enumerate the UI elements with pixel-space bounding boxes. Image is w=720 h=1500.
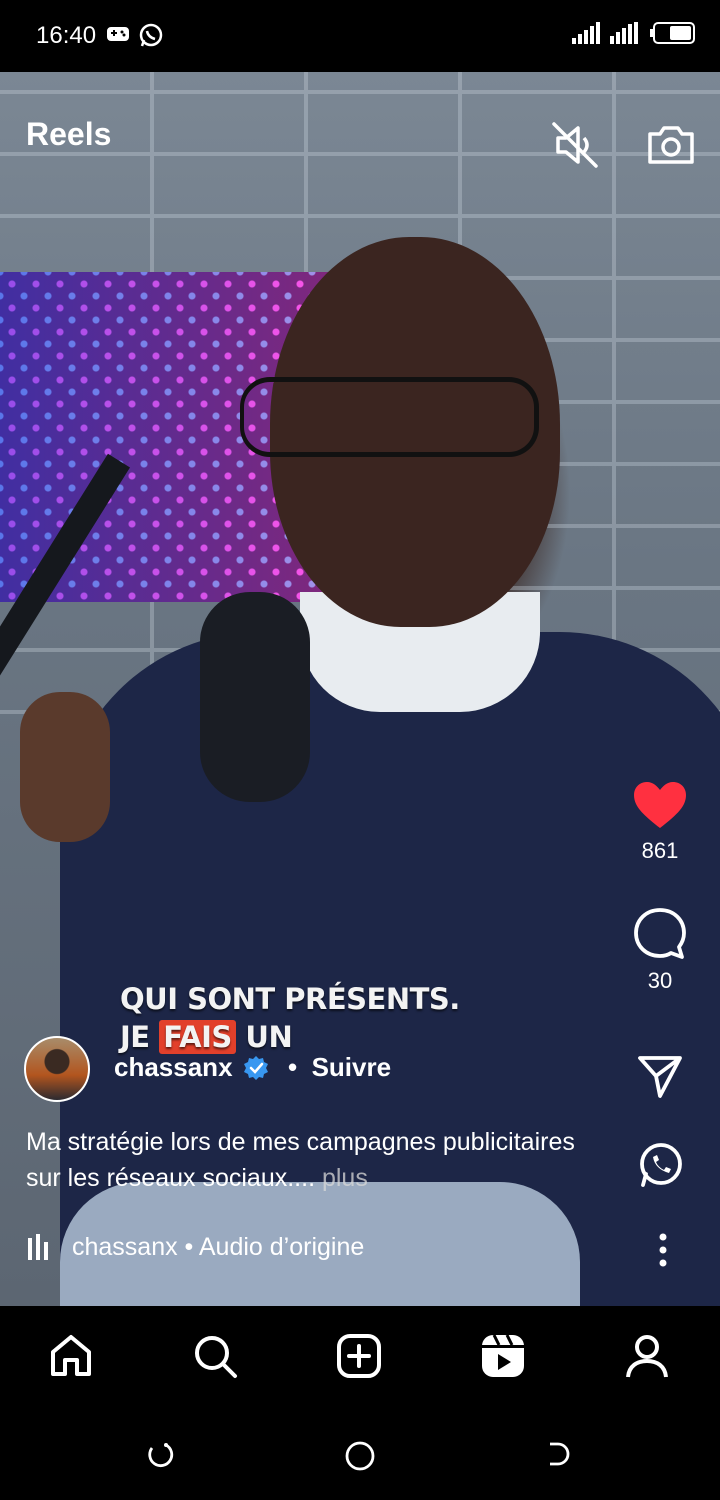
person-glasses <box>240 377 539 457</box>
like-action[interactable]: 861 <box>600 780 720 864</box>
comment-action[interactable]: 30 <box>600 906 720 994</box>
audio-link[interactable]: chassanx • Audio d’origine <box>26 1232 364 1262</box>
audio-bars-icon <box>28 1234 48 1260</box>
signal-4g-icon <box>610 22 638 44</box>
mute-button[interactable] <box>548 118 602 172</box>
status-indicators <box>572 22 696 44</box>
back-icon <box>550 1442 570 1466</box>
follow-separator: • <box>288 1052 298 1082</box>
follow-button[interactable]: • Suivre <box>288 1052 391 1083</box>
person-hand <box>20 692 110 842</box>
recents-icon <box>148 1443 174 1468</box>
camera-button[interactable] <box>644 118 698 172</box>
like-count: 861 <box>641 838 679 863</box>
signal-icon <box>572 22 600 44</box>
camera-icon <box>648 126 694 164</box>
nav-reels[interactable] <box>479 1332 527 1380</box>
share-action[interactable] <box>600 1054 720 1100</box>
battery-icon <box>650 22 695 44</box>
nav-search[interactable] <box>191 1332 239 1380</box>
status-bar: 16:40 <box>0 0 720 72</box>
reels-icon <box>482 1334 524 1377</box>
subtitle-word: JE <box>120 1020 160 1054</box>
comment-icon <box>634 908 686 959</box>
subtitle-word: UN <box>235 1020 293 1054</box>
status-time: 16:40 <box>36 22 97 49</box>
share-icon <box>638 1056 682 1098</box>
heart-icon <box>634 782 686 828</box>
nav-profile[interactable] <box>623 1332 671 1380</box>
avatar[interactable] <box>24 1036 90 1102</box>
circle-home-icon <box>345 1441 375 1471</box>
video-subtitle: QUI SONT PRÉSENTS. JE FAIS UN <box>120 980 460 1056</box>
subtitle-highlight: FAIS <box>159 1020 236 1054</box>
subtitle-line-2: JE FAIS UN <box>120 1018 460 1056</box>
back-button[interactable] <box>544 1440 574 1473</box>
system-navigation <box>0 1406 720 1500</box>
nav-create[interactable] <box>335 1332 383 1380</box>
reel-video[interactable] <box>0 72 720 1306</box>
mute-icon <box>552 122 598 168</box>
search-icon <box>195 1336 237 1378</box>
whatsapp-icon <box>640 1143 682 1187</box>
caption[interactable]: Ma stratégie lors de mes campagnes publi… <box>26 1124 586 1196</box>
more-options-button[interactable] <box>654 1232 672 1273</box>
whatsapp-share-action[interactable] <box>600 1140 720 1190</box>
caption-text: Ma stratégie lors de mes campagnes publi… <box>26 1128 575 1192</box>
comment-count: 30 <box>647 968 673 993</box>
home-system-button[interactable] <box>344 1440 376 1477</box>
nav-home[interactable] <box>47 1332 95 1380</box>
profile-icon <box>626 1335 668 1378</box>
follow-label: Suivre <box>311 1052 392 1082</box>
caption-more-link[interactable]: plus <box>322 1164 368 1192</box>
recents-button[interactable] <box>146 1440 174 1473</box>
home-icon <box>51 1335 91 1376</box>
author-username[interactable]: chassanx <box>114 1052 233 1083</box>
page-title: Reels <box>26 116 112 152</box>
game-controller-icon <box>106 22 130 51</box>
verified-badge-icon <box>243 1055 269 1086</box>
audio-text: chassanx • Audio d’origine <box>72 1232 365 1261</box>
more-icon <box>659 1233 667 1267</box>
subtitle-line-1: QUI SONT PRÉSENTS. <box>120 982 460 1016</box>
whatsapp-status-icon <box>138 22 164 53</box>
create-icon <box>337 1334 381 1378</box>
bottom-navigation <box>0 1306 720 1406</box>
microphone <box>200 592 310 802</box>
